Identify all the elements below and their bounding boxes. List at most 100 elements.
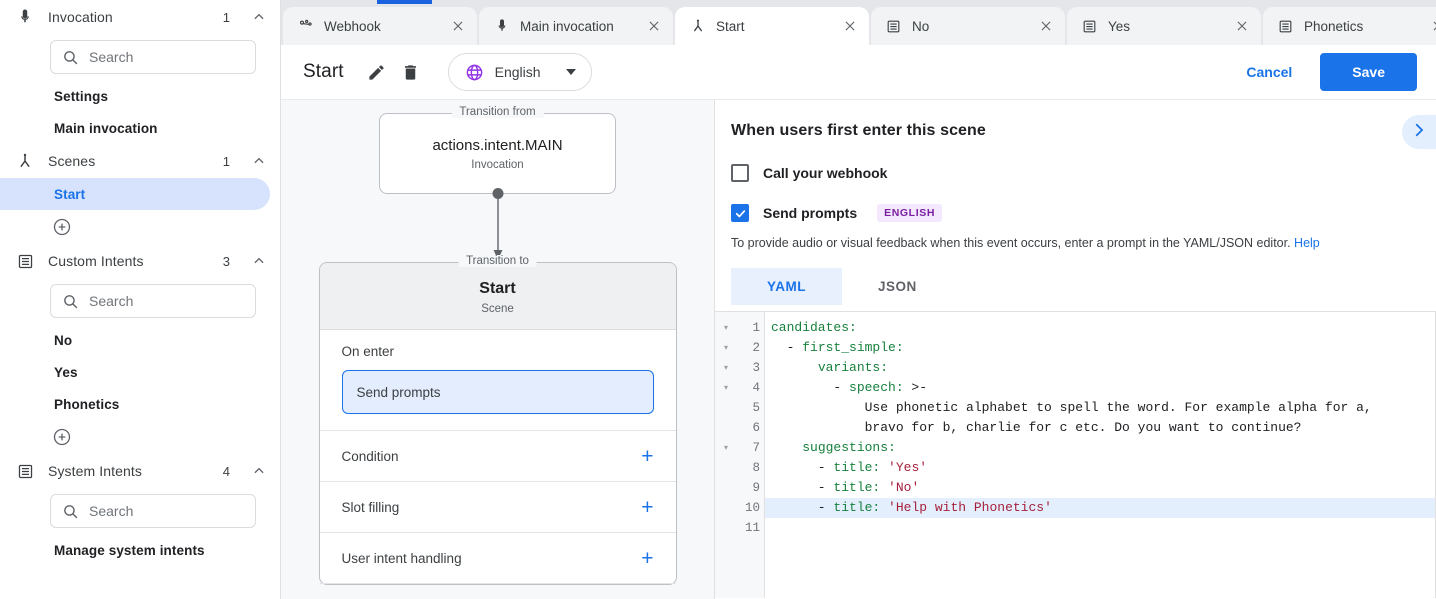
sidebar-item-manage-system-intents[interactable]: Manage system intents <box>0 534 280 566</box>
pencil-icon[interactable] <box>360 55 394 89</box>
call-webhook-checkbox[interactable] <box>731 164 749 182</box>
code-line[interactable]: bravo for b, charlie for c etc. Do you w… <box>765 418 1435 438</box>
sidebar-group-custom-intents[interactable]: Custom Intents 3 <box>0 244 280 278</box>
flow-arrow-line <box>491 194 505 262</box>
language-selector[interactable]: English <box>448 53 592 91</box>
fold-toggle[interactable]: ▾ <box>715 358 737 378</box>
fold-toggle[interactable]: ▾ <box>715 318 737 338</box>
tab-main-invocation[interactable]: Main invocation <box>479 7 673 45</box>
scene-toolbar: Start English Cancel Save <box>281 45 1436 100</box>
scene-card-header[interactable]: Start Scene <box>320 263 676 330</box>
fold-toggle[interactable] <box>715 458 737 478</box>
send-prompts-checkbox[interactable] <box>731 204 749 222</box>
tab-no[interactable]: No <box>871 7 1065 45</box>
code-line[interactable]: suggestions: <box>765 438 1435 458</box>
help-link[interactable]: Help <box>1294 236 1320 250</box>
sidebar-item-start[interactable]: Start <box>0 178 270 210</box>
code-line[interactable]: candidates: <box>765 318 1435 338</box>
close-icon[interactable] <box>646 18 662 34</box>
send-prompts-row[interactable]: Send prompts ENGLISH <box>731 204 1410 222</box>
chevron-up-icon[interactable] <box>252 254 266 268</box>
tab-json[interactable]: JSON <box>842 268 953 305</box>
chevron-up-icon[interactable] <box>252 154 266 168</box>
add-custom-intent-button[interactable] <box>0 420 280 454</box>
code-line[interactable]: - first_simple: <box>765 338 1435 358</box>
sidebar-group-scenes[interactable]: Scenes 1 <box>0 144 280 178</box>
line-number: 5 <box>737 398 764 418</box>
sidebar-item-yes[interactable]: Yes <box>0 356 280 388</box>
close-icon[interactable] <box>842 18 858 34</box>
code-line[interactable]: - speech: >- <box>765 378 1435 398</box>
code-token <box>771 440 802 455</box>
slot-filling-label: Slot filling <box>342 500 400 515</box>
code-line[interactable]: variants: <box>765 358 1435 378</box>
code-token: - <box>771 380 849 395</box>
webhook-icon <box>297 18 314 35</box>
code-line[interactable]: - title: 'No' <box>765 478 1435 498</box>
code-line[interactable]: - title: 'Yes' <box>765 458 1435 478</box>
fold-toggle[interactable] <box>715 418 737 438</box>
condition-row[interactable]: Condition + <box>320 431 676 482</box>
tab-yes[interactable]: Yes <box>1067 7 1261 45</box>
fold-toggle[interactable]: ▾ <box>715 438 737 458</box>
code-token: candidates: <box>771 320 857 335</box>
search-box[interactable] <box>50 40 256 74</box>
chevron-down-icon[interactable] <box>566 69 576 75</box>
chevron-up-icon[interactable] <box>252 464 266 478</box>
search-input[interactable] <box>89 49 244 65</box>
fold-toggle[interactable]: ▾ <box>715 338 737 358</box>
code-token <box>880 500 888 515</box>
sidebar-group-invocation[interactable]: Invocation 1 <box>0 0 280 34</box>
chevron-up-icon[interactable] <box>252 10 266 24</box>
search-input[interactable] <box>89 293 244 309</box>
tab-label: Phonetics <box>1304 19 1420 34</box>
tab-label: Yes <box>1108 19 1224 34</box>
expand-panel-button[interactable] <box>1402 115 1436 149</box>
fold-toggle[interactable] <box>715 398 737 418</box>
close-icon[interactable] <box>1430 18 1436 34</box>
code-line[interactable] <box>765 518 1435 538</box>
fold-toggle[interactable] <box>715 498 737 518</box>
user-intent-handling-row[interactable]: User intent handling + <box>320 533 676 584</box>
code-token: speech: <box>849 380 904 395</box>
sidebar-group-count: 3 <box>223 254 230 269</box>
tab-active-indicator <box>377 0 432 4</box>
language-badge: ENGLISH <box>877 204 942 222</box>
close-icon[interactable] <box>1234 18 1250 34</box>
add-user-intent-handling-icon[interactable]: + <box>641 548 653 569</box>
sidebar-item-main-invocation[interactable]: Main invocation <box>0 112 280 144</box>
close-icon[interactable] <box>1038 18 1054 34</box>
fold-toggle[interactable] <box>715 478 737 498</box>
send-prompts-chip[interactable]: Send prompts <box>342 370 654 414</box>
slot-filling-row[interactable]: Slot filling + <box>320 482 676 533</box>
add-slot-filling-icon[interactable]: + <box>641 497 653 518</box>
fold-toggle[interactable]: ▾ <box>715 378 737 398</box>
transition-from-node[interactable]: Transition from actions.intent.MAIN Invo… <box>379 113 616 194</box>
code-token <box>880 460 888 475</box>
fold-toggle[interactable] <box>715 518 737 538</box>
save-button[interactable]: Save <box>1320 53 1417 91</box>
cancel-button[interactable]: Cancel <box>1231 55 1307 89</box>
editor-code-area[interactable]: candidates: - first_simple: variants: - … <box>765 312 1436 598</box>
sidebar-group-label: System Intents <box>48 463 211 479</box>
sidebar-group-system-intents[interactable]: System Intents 4 <box>0 454 280 488</box>
code-line[interactable]: - title: 'Help with Phonetics' <box>765 498 1435 518</box>
tab-yaml[interactable]: YAML <box>731 268 842 305</box>
editor-fold-gutter[interactable]: ▾▾▾▾▾ <box>715 312 737 598</box>
code-line[interactable]: Use phonetic alphabet to spell the word.… <box>765 398 1435 418</box>
close-icon[interactable] <box>450 18 466 34</box>
sidebar-item-settings[interactable]: Settings <box>0 80 280 112</box>
search-input[interactable] <box>89 503 244 519</box>
sidebar-item-phonetics[interactable]: Phonetics <box>0 388 280 420</box>
tab-webhook[interactable]: Webhook <box>283 7 477 45</box>
search-box[interactable] <box>50 284 256 318</box>
tab-start[interactable]: Start <box>675 7 869 45</box>
sidebar-item-no[interactable]: No <box>0 324 280 356</box>
call-webhook-row[interactable]: Call your webhook <box>731 164 1410 182</box>
trash-icon[interactable] <box>394 55 428 89</box>
yaml-editor[interactable]: ▾▾▾▾▾ 1234567891011 candidates: - first_… <box>715 311 1436 598</box>
tab-phonetics[interactable]: Phonetics <box>1263 7 1436 45</box>
add-scene-button[interactable] <box>0 210 280 244</box>
search-box[interactable] <box>50 494 256 528</box>
add-condition-icon[interactable]: + <box>641 446 653 467</box>
